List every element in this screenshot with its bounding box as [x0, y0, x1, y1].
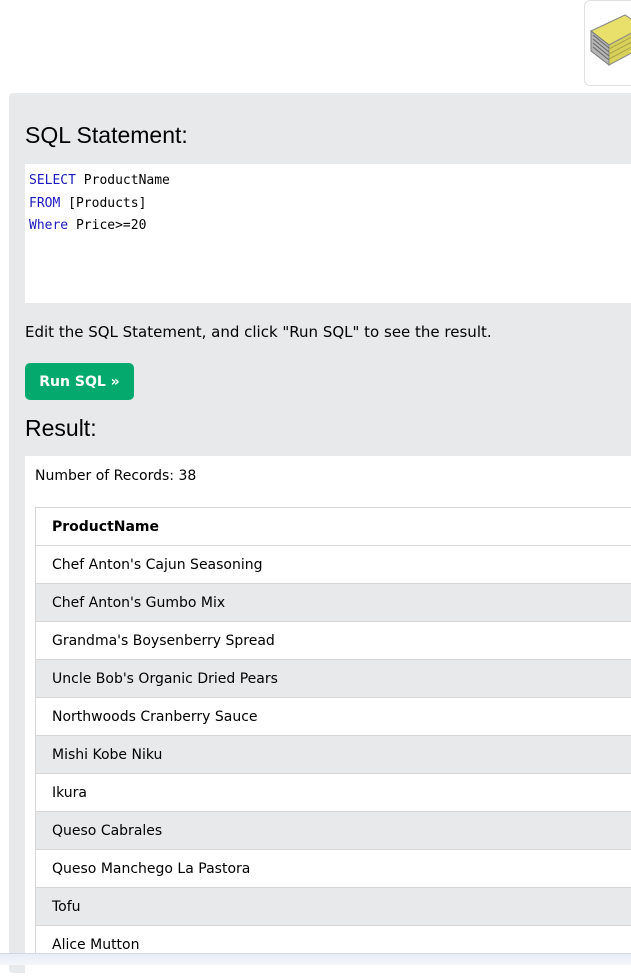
table-row: Ikura	[36, 774, 631, 812]
table-cell: Uncle Bob's Organic Dried Pears	[36, 660, 631, 698]
table-cell: Tofu	[36, 888, 631, 926]
table-cell: Chef Anton's Cajun Seasoning	[36, 546, 631, 584]
table-row: Chef Anton's Gumbo Mix	[36, 584, 631, 622]
instructions-text: Edit the SQL Statement, and click "Run S…	[25, 323, 492, 341]
table-row: Queso Cabrales	[36, 812, 631, 850]
sql-text: [Products]	[60, 196, 146, 211]
record-count: Number of Records: 38	[35, 468, 196, 484]
column-header-productname: ProductName	[36, 508, 631, 546]
table-row: Northwoods Cranberry Sauce	[36, 698, 631, 736]
table-header-row: ProductName	[36, 508, 631, 546]
table-cell: Grandma's Boysenberry Spread	[36, 622, 631, 660]
result-heading: Result:	[25, 415, 97, 442]
book-thumbnail-icon[interactable]	[584, 0, 631, 86]
sql-code[interactable]: SELECT ProductName FROM [Products] Where…	[29, 170, 170, 238]
sql-line-2: FROM [Products]	[29, 196, 146, 211]
table-cell: Ikura	[36, 774, 631, 812]
sql-text: Price>=20	[68, 218, 146, 233]
sql-keyword: Where	[29, 218, 68, 233]
sql-keyword: FROM	[29, 196, 60, 211]
run-sql-button[interactable]: Run SQL »	[25, 363, 134, 400]
table-row: Grandma's Boysenberry Spread	[36, 622, 631, 660]
table-cell: Queso Manchego La Pastora	[36, 850, 631, 888]
table-row: Uncle Bob's Organic Dried Pears	[36, 660, 631, 698]
result-table: ProductName Chef Anton's Cajun Seasoning…	[35, 507, 631, 964]
table-row: Tofu	[36, 888, 631, 926]
sql-keyword: SELECT	[29, 173, 76, 188]
sql-editor[interactable]: SELECT ProductName FROM [Products] Where…	[25, 164, 631, 303]
table-row: Mishi Kobe Niku	[36, 736, 631, 774]
table-row: Chef Anton's Cajun Seasoning	[36, 546, 631, 584]
table-row: Queso Manchego La Pastora	[36, 850, 631, 888]
top-header-area	[0, 0, 631, 92]
table-cell: Queso Cabrales	[36, 812, 631, 850]
table-cell: Chef Anton's Gumbo Mix	[36, 584, 631, 622]
sql-line-1: SELECT ProductName	[29, 173, 170, 188]
table-cell: Mishi Kobe Niku	[36, 736, 631, 774]
table-cell: Northwoods Cranberry Sauce	[36, 698, 631, 736]
sql-text: ProductName	[76, 173, 170, 188]
window-bottom-edge	[0, 953, 631, 965]
sql-statement-heading: SQL Statement:	[25, 122, 188, 149]
result-container: Number of Records: 38 ProductName Chef A…	[25, 456, 631, 976]
sql-line-3: Where Price>=20	[29, 218, 146, 233]
